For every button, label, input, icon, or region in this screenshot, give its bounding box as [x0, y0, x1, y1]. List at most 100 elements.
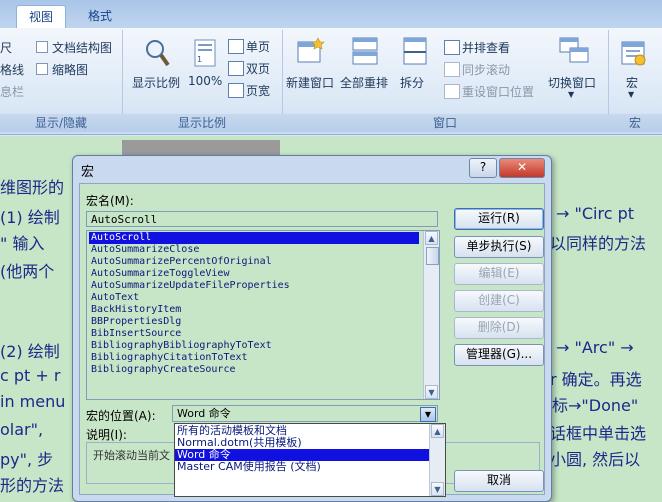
ruler-checkbox-label[interactable]: 尺	[0, 39, 12, 56]
doc-right-line-5: 标→"Done"	[552, 396, 639, 415]
two-pages-icon	[228, 61, 244, 76]
svg-text:1: 1	[197, 55, 202, 64]
delete-button[interactable]: 删除(D)	[454, 317, 544, 339]
doc-line-1: 维图形的	[0, 178, 65, 197]
split-icon[interactable]	[400, 36, 430, 66]
macros-in-label: 宏的位置(A):	[86, 409, 156, 423]
organizer-button[interactable]: 管理器(G)...	[454, 344, 544, 366]
doc-right-line-2: 以同样的方法	[550, 234, 647, 253]
step-into-button[interactable]: 单步执行(S)	[454, 236, 544, 258]
scroll-down-icon[interactable]: ▼	[425, 385, 438, 399]
macro-list-scrollbar[interactable]: ▲ ▼	[423, 231, 439, 399]
list-item[interactable]: AutoSummarizePercentOfOriginal	[89, 256, 419, 268]
synchronous-scrolling-button[interactable]: 同步滚动	[462, 61, 510, 78]
list-item[interactable]: BibliographyCitationToText	[89, 352, 419, 364]
scroll-down-icon[interactable]: ▼	[431, 482, 444, 496]
gridlines-checkbox-label[interactable]: 格线	[0, 61, 24, 78]
list-item[interactable]: AutoSummarizeToggleView	[89, 268, 419, 280]
magnifier-icon[interactable]	[144, 38, 170, 68]
macros-in-dropdown-list[interactable]: 所有的活动模板和文档 Normal.dotm(共用模板) Word 命令 Mas…	[174, 423, 446, 497]
tab-format[interactable]: 格式	[76, 5, 124, 27]
ribbon-tab-bar: 视图 格式	[0, 0, 662, 29]
dialog-title-bar[interactable]: 宏 ? ✕	[73, 156, 551, 183]
macros-chevron-down-icon[interactable]: ▼	[628, 90, 634, 99]
list-item[interactable]: BBPropertiesDlg	[89, 316, 419, 328]
one-page-icon	[228, 39, 244, 54]
macros-dialog: 宏 ? ✕ 宏名(M): AutoScroll AutoScroll AutoS…	[72, 155, 552, 502]
tab-view[interactable]: 视图	[16, 5, 67, 28]
list-item[interactable]: BackHistoryItem	[89, 304, 419, 316]
group-show-hide: 尺 格线 息栏 文档结构图 缩略图 显示/隐藏	[0, 30, 123, 132]
message-bar-checkbox-label[interactable]: 息栏	[0, 83, 24, 100]
page-100-icon[interactable]: 1	[192, 38, 218, 68]
scroll-up-icon[interactable]: ▲	[431, 424, 444, 438]
close-icon: ✕	[516, 160, 528, 174]
doc-line-5: (2) 绘制	[0, 342, 60, 361]
help-button[interactable]: ?	[469, 158, 497, 178]
sync-scroll-icon	[444, 62, 460, 77]
list-item[interactable]: AutoScroll	[89, 232, 419, 244]
arrange-all-icon[interactable]	[350, 36, 380, 66]
two-pages-button[interactable]: 双页	[246, 60, 270, 77]
macro-name-input[interactable]: AutoScroll	[86, 211, 438, 227]
zoom-100-button[interactable]: 100%	[188, 74, 222, 88]
macro-list[interactable]: AutoScroll AutoSummarizeClose AutoSummar…	[86, 230, 440, 400]
zoom-button[interactable]: 显示比例	[132, 74, 180, 91]
scroll-up-icon[interactable]: ▲	[425, 231, 438, 245]
page-width-icon	[228, 83, 244, 98]
new-window-button[interactable]: 新建窗口	[286, 74, 334, 91]
page-width-button[interactable]: 页宽	[246, 82, 270, 99]
switch-windows-button[interactable]: 切换窗口	[548, 74, 596, 91]
doc-line-4: (他两个	[0, 262, 55, 281]
split-button[interactable]: 拆分	[400, 74, 424, 91]
chevron-down-icon[interactable]: ▼	[420, 407, 436, 422]
list-item[interactable]: Master CAM使用报告 (文档)	[175, 461, 429, 473]
cancel-button[interactable]: 取消	[454, 470, 544, 492]
list-item[interactable]: BibliographyBibliographyToText	[89, 340, 419, 352]
new-window-icon[interactable]	[296, 36, 326, 66]
group-label-show-hide: 显示/隐藏	[0, 114, 122, 132]
list-item[interactable]: AutoSummarizeClose	[89, 244, 419, 256]
dialog-title: 宏	[81, 165, 95, 180]
doc-right-line-3: → "Arc" →	[556, 338, 634, 357]
dialog-body: 宏名(M): AutoScroll AutoScroll AutoSummari…	[79, 183, 545, 497]
thumbnails-label: 缩略图	[52, 63, 89, 77]
view-side-by-side-button[interactable]: 并排查看	[462, 39, 510, 56]
macro-icon[interactable]	[620, 38, 648, 68]
macros-button[interactable]: 宏	[626, 74, 638, 91]
thumbnails-checkbox[interactable]	[36, 63, 48, 75]
list-item[interactable]: AutoText	[89, 292, 419, 304]
one-page-button[interactable]: 单页	[246, 38, 270, 55]
doc-line-7: in menu	[0, 392, 66, 411]
run-button[interactable]: 运行(R)	[454, 208, 544, 230]
arrange-all-button[interactable]: 全部重排	[340, 74, 388, 91]
doc-right-line-7: 小圆, 然后以	[550, 450, 641, 469]
list-item[interactable]: BibliographyCreateSource	[89, 364, 419, 376]
create-button[interactable]: 创建(C)	[454, 290, 544, 312]
switch-windows-icon[interactable]	[558, 36, 590, 66]
close-button[interactable]: ✕	[499, 158, 545, 178]
ribbon: 视图 格式 尺 格线 息栏 文档结构图 缩略图 显示/隐藏 显示比例 1 100…	[0, 0, 662, 136]
scroll-thumb[interactable]	[426, 247, 439, 265]
list-item[interactable]: BibInsertSource	[89, 328, 419, 340]
reset-window-position-button[interactable]: 重设窗口位置	[462, 83, 534, 100]
description-label: 说明(I):	[86, 428, 127, 442]
doc-line-2: (1) 绘制	[0, 208, 60, 227]
side-by-side-icon	[444, 40, 460, 55]
group-label-macro: 宏	[608, 114, 662, 132]
doc-line-8: olar",	[0, 420, 44, 439]
list-item[interactable]: AutoSummarizeUpdateFileProperties	[89, 280, 419, 292]
document-map-checkbox[interactable]	[36, 41, 48, 53]
doc-line-6: c pt + r	[0, 366, 61, 385]
doc-line-3: " 输入	[0, 234, 45, 253]
description-text: 开始滚动当前文	[93, 449, 170, 462]
dropdown-scrollbar[interactable]: ▲ ▼	[429, 424, 445, 496]
doc-right-line-4: r 确定。再选	[550, 370, 642, 389]
switch-windows-chevron-down-icon[interactable]: ▼	[568, 90, 574, 99]
edit-button[interactable]: 编辑(E)	[454, 263, 544, 285]
group-window: 新建窗口 全部重排 拆分 并排查看 同步滚动 重设窗口位置 切换窗口 ▼ 窗口	[282, 30, 609, 132]
group-zoom: 显示比例 1 100% 单页 双页 页宽 显示比例	[122, 30, 283, 132]
doc-right-line-1: → "Circ pt	[556, 204, 635, 223]
macros-in-select[interactable]: Word 命令 ▼	[172, 405, 438, 422]
doc-line-9: py", 步	[0, 450, 54, 469]
